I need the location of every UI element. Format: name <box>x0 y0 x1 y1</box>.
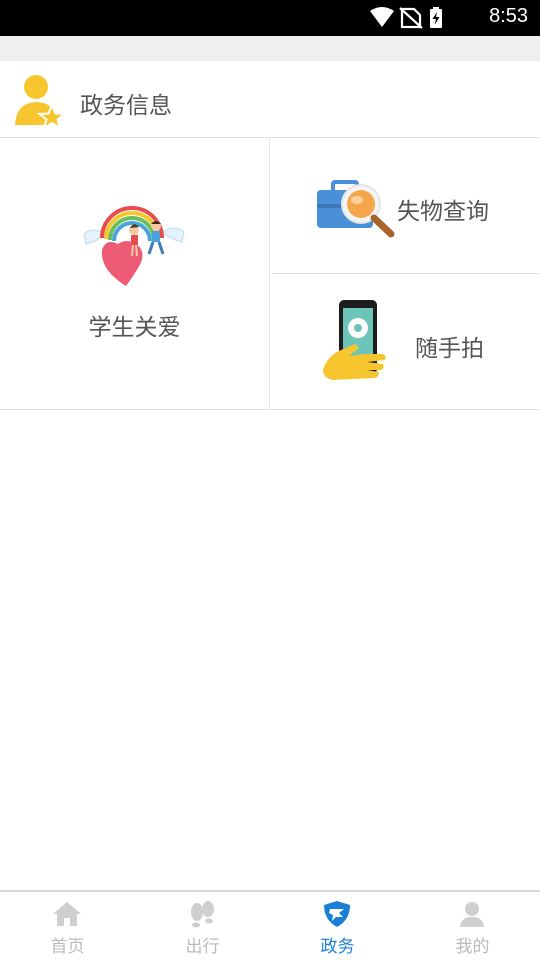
person-icon <box>460 902 484 927</box>
lost-found-tile[interactable]: 失物查询 <box>271 138 540 274</box>
nav-travel[interactable]: 出行 <box>135 892 270 960</box>
section-title: 政务信息 <box>80 93 172 119</box>
nav-mine[interactable]: 我的 <box>405 892 540 960</box>
status-time: 8:53 <box>489 5 528 27</box>
heart-rainbow-icon <box>83 206 185 286</box>
user-star-icon <box>15 75 66 129</box>
section-header: 政务信息 <box>0 61 540 138</box>
nav-gov-label: 政务 <box>320 937 355 957</box>
nav-gov[interactable]: 政务 <box>270 892 405 960</box>
footprints-icon <box>191 901 214 928</box>
student-care-label: 学生关爱 <box>88 315 181 341</box>
status-bar: 8:53 <box>0 0 540 36</box>
phone-camera-hand-icon <box>323 300 386 380</box>
snapshot-tile[interactable]: 随手拍 <box>271 274 540 409</box>
no-sim-icon <box>399 7 423 29</box>
nav-mine-label: 我的 <box>455 937 490 957</box>
battery-charging-icon <box>430 7 442 28</box>
service-grid: 学生关爱 失物查询 随手拍 <box>0 138 540 410</box>
shield-icon <box>324 901 350 927</box>
home-icon <box>53 902 81 926</box>
status-icons <box>370 7 442 29</box>
wifi-icon <box>370 7 394 27</box>
nav-home-label: 首页 <box>50 937 85 957</box>
nav-travel-label: 出行 <box>185 937 220 957</box>
snapshot-label: 随手拍 <box>415 336 484 362</box>
bottom-nav: 首页 出行 政务 我的 <box>0 890 540 960</box>
header-gap <box>0 36 540 61</box>
student-care-tile[interactable]: 学生关爱 <box>0 138 270 409</box>
briefcase-magnifier-icon <box>317 180 395 238</box>
nav-home[interactable]: 首页 <box>0 892 135 960</box>
lost-found-label: 失物查询 <box>397 199 489 225</box>
